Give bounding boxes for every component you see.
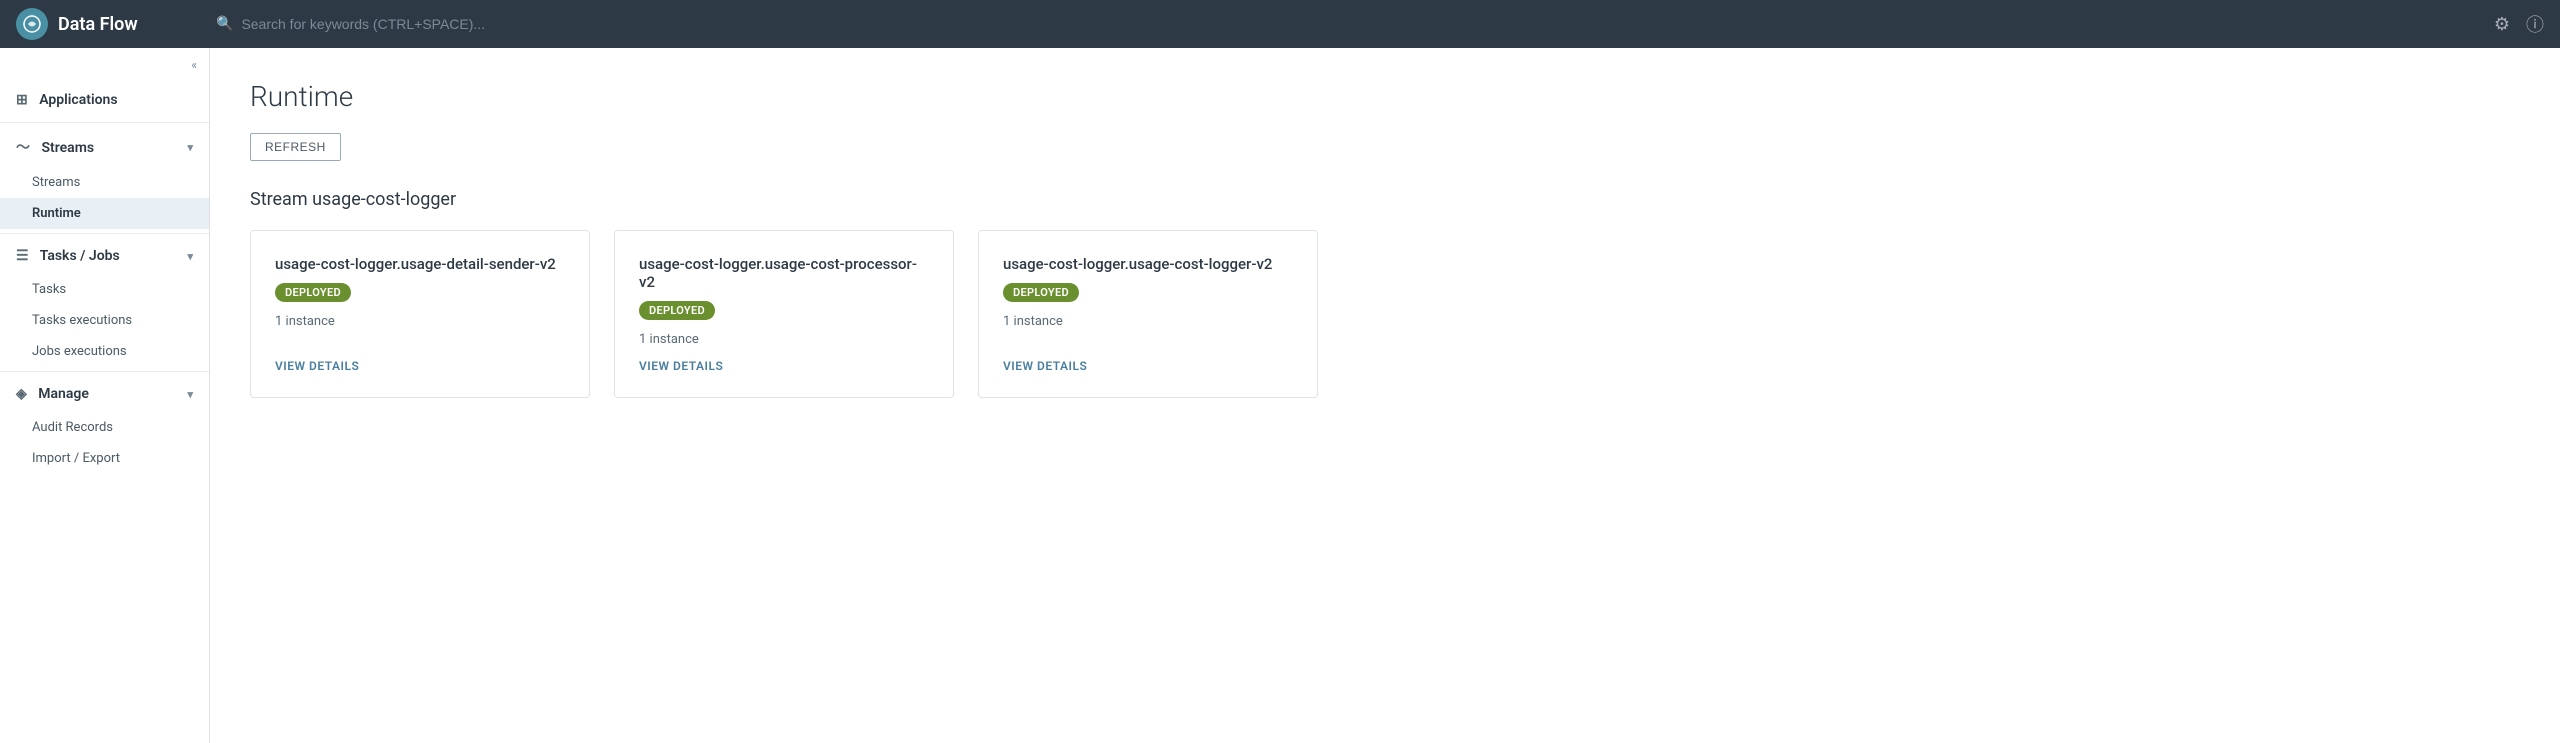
tasks-jobs-icon: ☰ (16, 248, 29, 264)
card-2-title-text: usage-cost-logger.usage-cost-processor-v… (639, 255, 929, 291)
sidebar-item-streams[interactable]: Streams (0, 167, 209, 198)
sidebar-section-label-streams: Streams (41, 140, 94, 156)
sidebar-section-label-manage: Manage (38, 386, 89, 402)
tasks-jobs-chevron-icon: ▾ (187, 250, 193, 263)
manage-icon: ◈ (16, 386, 27, 402)
card-2-title: usage-cost-logger.usage-cost-processor-v… (639, 255, 929, 320)
manage-chevron-icon: ▾ (187, 388, 193, 401)
sidebar-section-tasks-jobs[interactable]: ☰ Tasks / Jobs ▾ (0, 238, 209, 274)
card-2-badge: DEPLOYED (639, 301, 715, 320)
streams-chevron-icon: ▾ (187, 141, 193, 154)
info-icon[interactable]: ⓘ (2526, 11, 2544, 37)
search-input[interactable] (241, 16, 2493, 32)
sidebar-item-tasks[interactable]: Tasks (0, 274, 209, 305)
card-3-title: usage-cost-logger.usage-cost-logger-v2 D… (1003, 255, 1293, 302)
card-3-instance: 1 instance (1003, 314, 1293, 329)
sidebar-section-streams[interactable]: 〜 Streams ▾ (0, 127, 209, 167)
runtime-card-2: usage-cost-logger.usage-cost-processor-v… (614, 230, 954, 398)
sidebar-section-applications[interactable]: ⊞ Applications (0, 82, 209, 118)
main-content: Runtime REFRESH Stream usage-cost-logger… (210, 48, 2560, 743)
streams-icon: 〜 (16, 140, 30, 156)
divider-2 (0, 233, 209, 234)
refresh-button[interactable]: REFRESH (250, 133, 341, 161)
sidebar-section-label-tasks-jobs: Tasks / Jobs (40, 248, 120, 264)
runtime-card-3: usage-cost-logger.usage-cost-logger-v2 D… (978, 230, 1318, 398)
sidebar-item-runtime[interactable]: Runtime (0, 198, 209, 229)
card-1-view-details-link[interactable]: VIEW DETAILS (275, 359, 565, 373)
runtime-card-1: usage-cost-logger.usage-detail-sender-v2… (250, 230, 590, 398)
app-logo[interactable]: Data Flow (16, 8, 196, 40)
sidebar-section-label-applications: Applications (39, 92, 117, 108)
page-title: Runtime (250, 80, 2520, 113)
card-3-badge: DEPLOYED (1003, 283, 1079, 302)
stream-section-title: Stream usage-cost-logger (250, 189, 2520, 210)
layout: « ⊞ Applications 〜 Streams ▾ Streams Run… (0, 48, 2560, 743)
search-bar[interactable]: 🔍 (216, 16, 2494, 32)
topbar: Data Flow 🔍 ⚙ ⓘ (0, 0, 2560, 48)
search-icon: 🔍 (216, 16, 233, 32)
card-3-view-details-link[interactable]: VIEW DETAILS (1003, 359, 1293, 373)
app-title: Data Flow (58, 14, 138, 35)
logo-icon (16, 8, 48, 40)
card-2-view-details-link[interactable]: VIEW DETAILS (639, 359, 929, 373)
cards-grid: usage-cost-logger.usage-detail-sender-v2… (250, 230, 2520, 398)
card-1-badge: DEPLOYED (275, 283, 351, 302)
card-2-instance: 1 instance (639, 332, 929, 347)
sidebar-item-tasks-executions[interactable]: Tasks executions (0, 305, 209, 336)
card-1-title: usage-cost-logger.usage-detail-sender-v2… (275, 255, 565, 302)
sidebar: « ⊞ Applications 〜 Streams ▾ Streams Run… (0, 48, 210, 743)
sidebar-collapse-button[interactable]: « (0, 48, 209, 82)
card-1-title-text: usage-cost-logger.usage-detail-sender-v2 (275, 255, 556, 273)
divider-1 (0, 122, 209, 123)
topbar-actions: ⚙ ⓘ (2494, 11, 2544, 37)
settings-icon[interactable]: ⚙ (2494, 14, 2510, 35)
sidebar-item-jobs-executions[interactable]: Jobs executions (0, 336, 209, 367)
divider-3 (0, 371, 209, 372)
sidebar-item-audit-records[interactable]: Audit Records (0, 412, 209, 443)
sidebar-section-manage[interactable]: ◈ Manage ▾ (0, 376, 209, 412)
applications-icon: ⊞ (16, 92, 28, 108)
sidebar-item-import-export[interactable]: Import / Export (0, 443, 209, 474)
card-1-instance: 1 instance (275, 314, 565, 329)
card-3-title-text: usage-cost-logger.usage-cost-logger-v2 (1003, 255, 1272, 273)
